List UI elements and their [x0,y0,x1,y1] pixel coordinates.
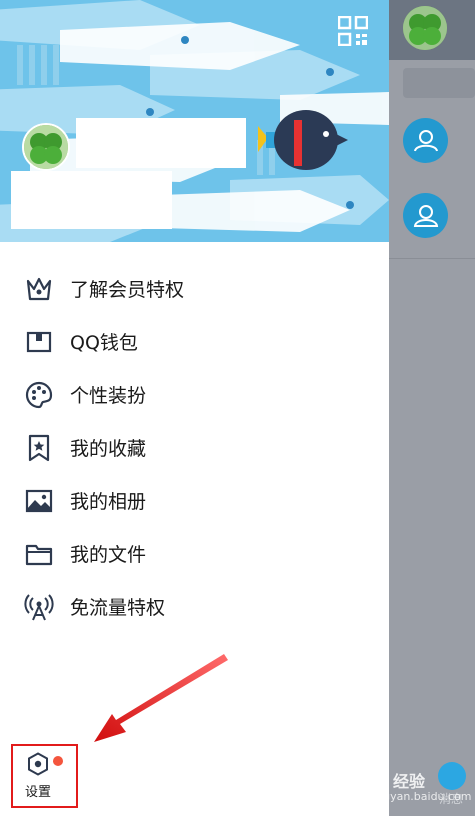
red-arrow-annotation [94,654,228,742]
settings-label: 设置 [25,785,52,800]
menu-item-free-data[interactable]: 免流量特权 [0,580,389,633]
menu-item-label: 免流量特权 [70,597,166,619]
palette-icon [24,380,54,410]
qr-code-icon[interactable] [338,16,368,46]
folder-icon [24,539,54,569]
notification-dot [53,756,63,766]
menu-item-wallet[interactable]: QQ钱包 [0,315,389,368]
settings-hexagon-icon [28,752,48,776]
contacts-button[interactable] [403,193,448,238]
user-avatar[interactable] [22,123,70,171]
search-bar-dimmed[interactable] [403,68,475,98]
menu-item-label: 我的收藏 [70,438,147,460]
menu-item-favorites[interactable]: 我的收藏 [0,421,389,474]
group-chat-button[interactable] [403,118,448,163]
menu-item-label: QQ钱包 [70,332,138,354]
menu-item-personalize[interactable]: 个性装扮 [0,368,389,421]
person-icon [413,204,438,227]
antenna-icon [24,592,54,622]
penguin-mascot [258,110,348,170]
watermark-url: jingyan.baidu.com [370,790,472,803]
profile-header [0,0,389,242]
menu-item-label: 了解会员特权 [70,279,185,301]
menu-item-label: 我的文件 [70,544,147,566]
divider [389,258,475,259]
contacts-group-icon [413,129,438,151]
menu-item-label: 我的相册 [70,491,147,513]
nickname-redacted [76,118,246,168]
crown-icon [24,274,54,304]
menu-item-files[interactable]: 我的文件 [0,527,389,580]
signature-redacted [11,171,172,229]
side-drawer: 了解会员特权 QQ钱包 个性装扮 我的收藏 我的相册 我的文件 免流量特权 设置 [0,0,389,816]
title-avatar[interactable] [403,6,447,50]
watermark-logo: Bai 经验 [359,772,426,791]
settings-button[interactable]: 设置 [11,744,78,808]
bookmark-star-icon [24,433,54,463]
menu-item-label: 个性装扮 [70,385,147,407]
messages-tab-icon[interactable] [438,762,466,790]
menu-item-album[interactable]: 我的相册 [0,474,389,527]
image-icon [24,486,54,516]
wallet-icon [24,327,54,357]
menu-item-vip[interactable]: 了解会员特权 [0,262,389,315]
